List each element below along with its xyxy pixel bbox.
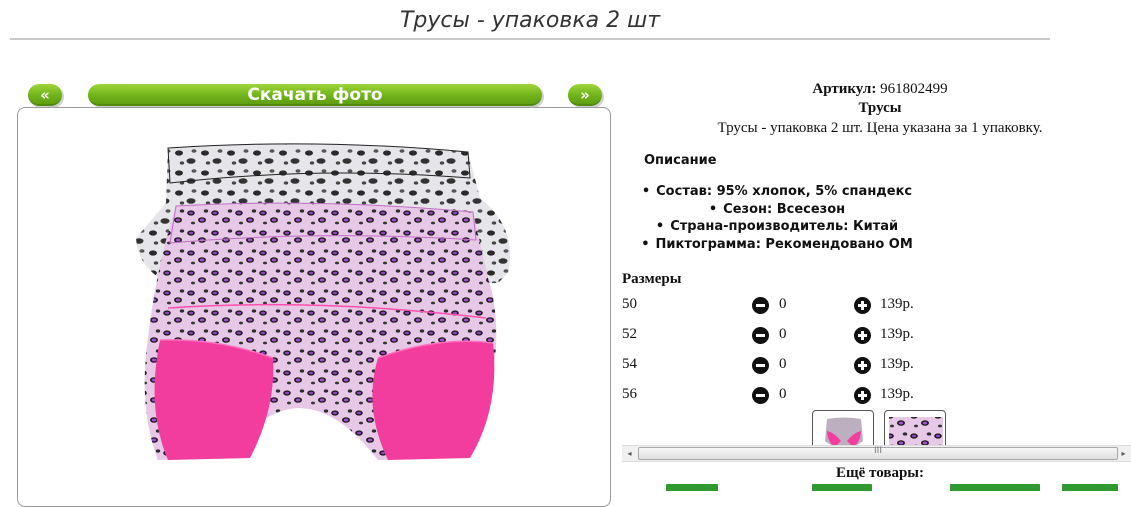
horizontal-scrollbar[interactable]: ◂ III ▸: [622, 445, 1131, 462]
prev-photo-button[interactable]: «: [28, 84, 62, 106]
page-title: Трусы - упаковка 2 шт: [399, 8, 661, 33]
quantity-value: 0: [779, 296, 787, 312]
title-divider: [10, 38, 1050, 40]
size-row: 52 0 139р.: [622, 326, 1122, 348]
scroll-left-icon[interactable]: ◂: [622, 446, 637, 461]
feature-item: Состав: 95% хлопок, 5% спандекс: [622, 183, 932, 201]
price-value: 139р.: [880, 356, 914, 372]
price-value: 139р.: [880, 296, 914, 312]
article-label: Артикул:: [812, 81, 877, 97]
feature-item: Пиктограмма: Рекомендовано ОМ: [622, 236, 932, 254]
grip-icon: III: [874, 446, 882, 456]
next-photo-button[interactable]: »: [568, 84, 602, 106]
quantity-value: 0: [779, 356, 787, 372]
price-value: 139р.: [880, 386, 914, 402]
size-row: 56 0 139р.: [622, 386, 1122, 408]
more-product-link[interactable]: [812, 484, 872, 491]
size-row: 54 0 139р.: [622, 356, 1122, 378]
more-products-links: [622, 484, 1131, 491]
feature-item: Сезон: Всесезон: [622, 201, 932, 219]
price-value: 139р.: [880, 326, 914, 342]
download-photo-button[interactable]: Скачать фото: [88, 84, 542, 106]
product-short-description: Трусы - упаковка 2 шт. Цена указана за 1…: [717, 120, 1043, 136]
quantity-value: 0: [779, 386, 787, 402]
size-row: 50 0 139р.: [622, 296, 1122, 318]
description-heading: Описание: [644, 153, 717, 168]
plus-icon[interactable]: [854, 327, 871, 344]
product-photo-frame: [17, 107, 611, 507]
sizes-heading: Размеры: [622, 271, 682, 287]
plus-icon[interactable]: [854, 387, 871, 404]
plus-icon[interactable]: [854, 297, 871, 314]
minus-icon[interactable]: [752, 357, 769, 374]
minus-icon[interactable]: [752, 327, 769, 344]
feature-item: Страна-производитель: Китай: [622, 218, 932, 236]
size-value: 54: [622, 356, 637, 372]
more-product-link[interactable]: [1062, 484, 1118, 491]
size-value: 50: [622, 296, 637, 312]
plus-icon[interactable]: [854, 357, 871, 374]
product-photo[interactable]: [18, 108, 611, 507]
feature-list: Состав: 95% хлопок, 5% спандекс Сезон: В…: [622, 183, 932, 253]
product-name: Трусы: [858, 100, 902, 116]
minus-icon[interactable]: [752, 387, 769, 404]
more-products-heading: Ещё товары:: [835, 465, 925, 481]
article-value: 961802499: [880, 81, 948, 97]
scroll-thumb[interactable]: III: [638, 446, 1118, 460]
quantity-value: 0: [779, 326, 787, 342]
minus-icon[interactable]: [752, 297, 769, 314]
size-value: 56: [622, 386, 637, 402]
more-product-link[interactable]: [666, 484, 718, 491]
size-value: 52: [622, 326, 637, 342]
article-line: Артикул: 961802499: [622, 81, 1131, 98]
scroll-right-icon[interactable]: ▸: [1116, 446, 1131, 461]
more-product-link[interactable]: [950, 484, 1040, 491]
